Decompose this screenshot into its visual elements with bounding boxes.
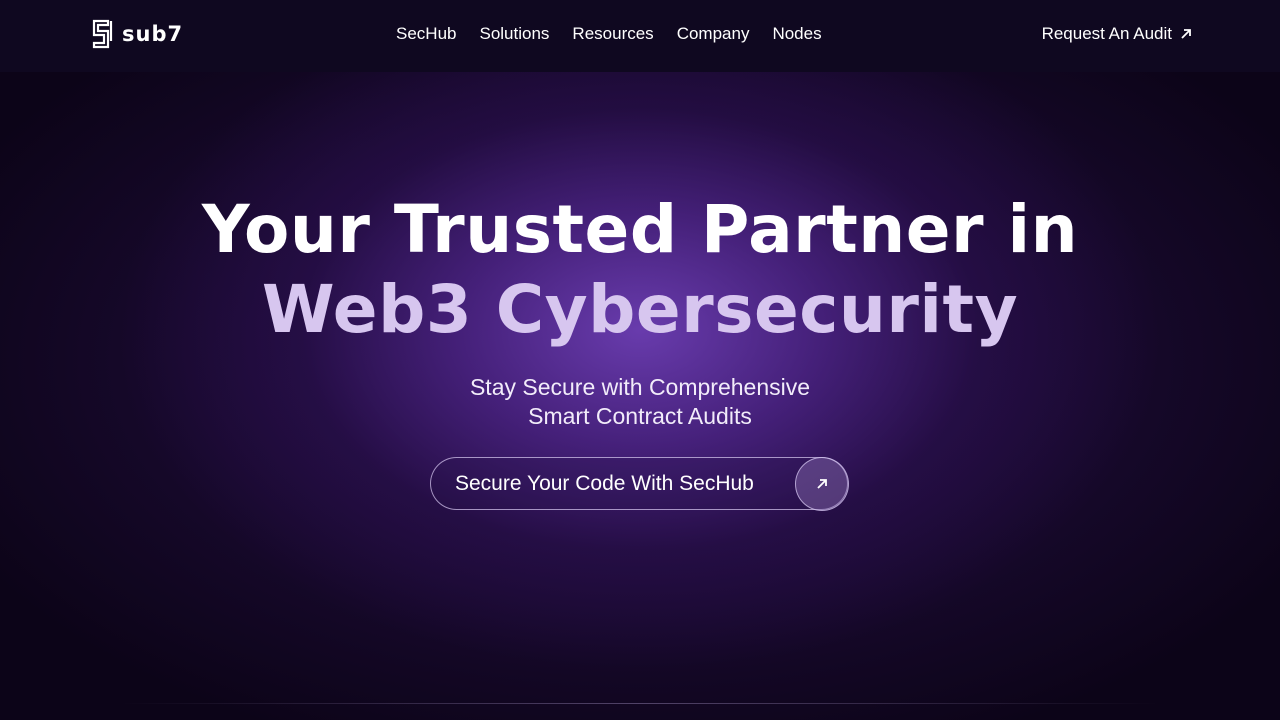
button-arrow-circle	[795, 456, 849, 511]
request-audit-label: Request An Audit	[1041, 24, 1172, 43]
request-audit-link[interactable]: Request An Audit	[1042, 24, 1192, 44]
nav-item-company[interactable]: Company	[677, 24, 750, 44]
header: sub7 SecHub Solutions Resources Company …	[0, 0, 1280, 72]
sub7-logo-icon	[92, 19, 113, 49]
page: sub7 SecHub Solutions Resources Company …	[0, 0, 1280, 720]
hero-title-line-2: Web3 Cybersecurity	[261, 271, 1019, 348]
arrow-up-right-icon	[817, 478, 827, 489]
section-divider	[120, 703, 1160, 704]
hero-subtitle-line-2: Smart Contract Audits	[528, 403, 752, 429]
secure-code-button-label: Secure Your Code With SecHub	[455, 471, 754, 495]
hero-title-line-1: Your Trusted Partner in	[201, 191, 1079, 268]
logo-text: sub7	[122, 22, 184, 46]
arrow-up-right-icon	[1181, 29, 1191, 39]
hero-subtitle-line-1: Stay Secure with Comprehensive	[469, 374, 811, 400]
secure-code-button[interactable]: Secure Your Code With SecHub	[430, 456, 849, 511]
nav-item-sechub[interactable]: SecHub	[396, 24, 456, 44]
hero-title: Your Trusted Partner in Web3 Cybersecuri…	[0, 190, 1280, 350]
logo[interactable]: sub7	[91, 19, 183, 49]
nav-item-resources[interactable]: Resources	[572, 24, 653, 44]
main-nav: SecHub Solutions Resources Company Nodes	[396, 24, 822, 44]
nav-item-nodes[interactable]: Nodes	[772, 24, 821, 44]
hero-subtitle: Stay Secure with Comprehensive Smart Con…	[0, 373, 1280, 431]
nav-item-solutions[interactable]: Solutions	[479, 24, 549, 44]
